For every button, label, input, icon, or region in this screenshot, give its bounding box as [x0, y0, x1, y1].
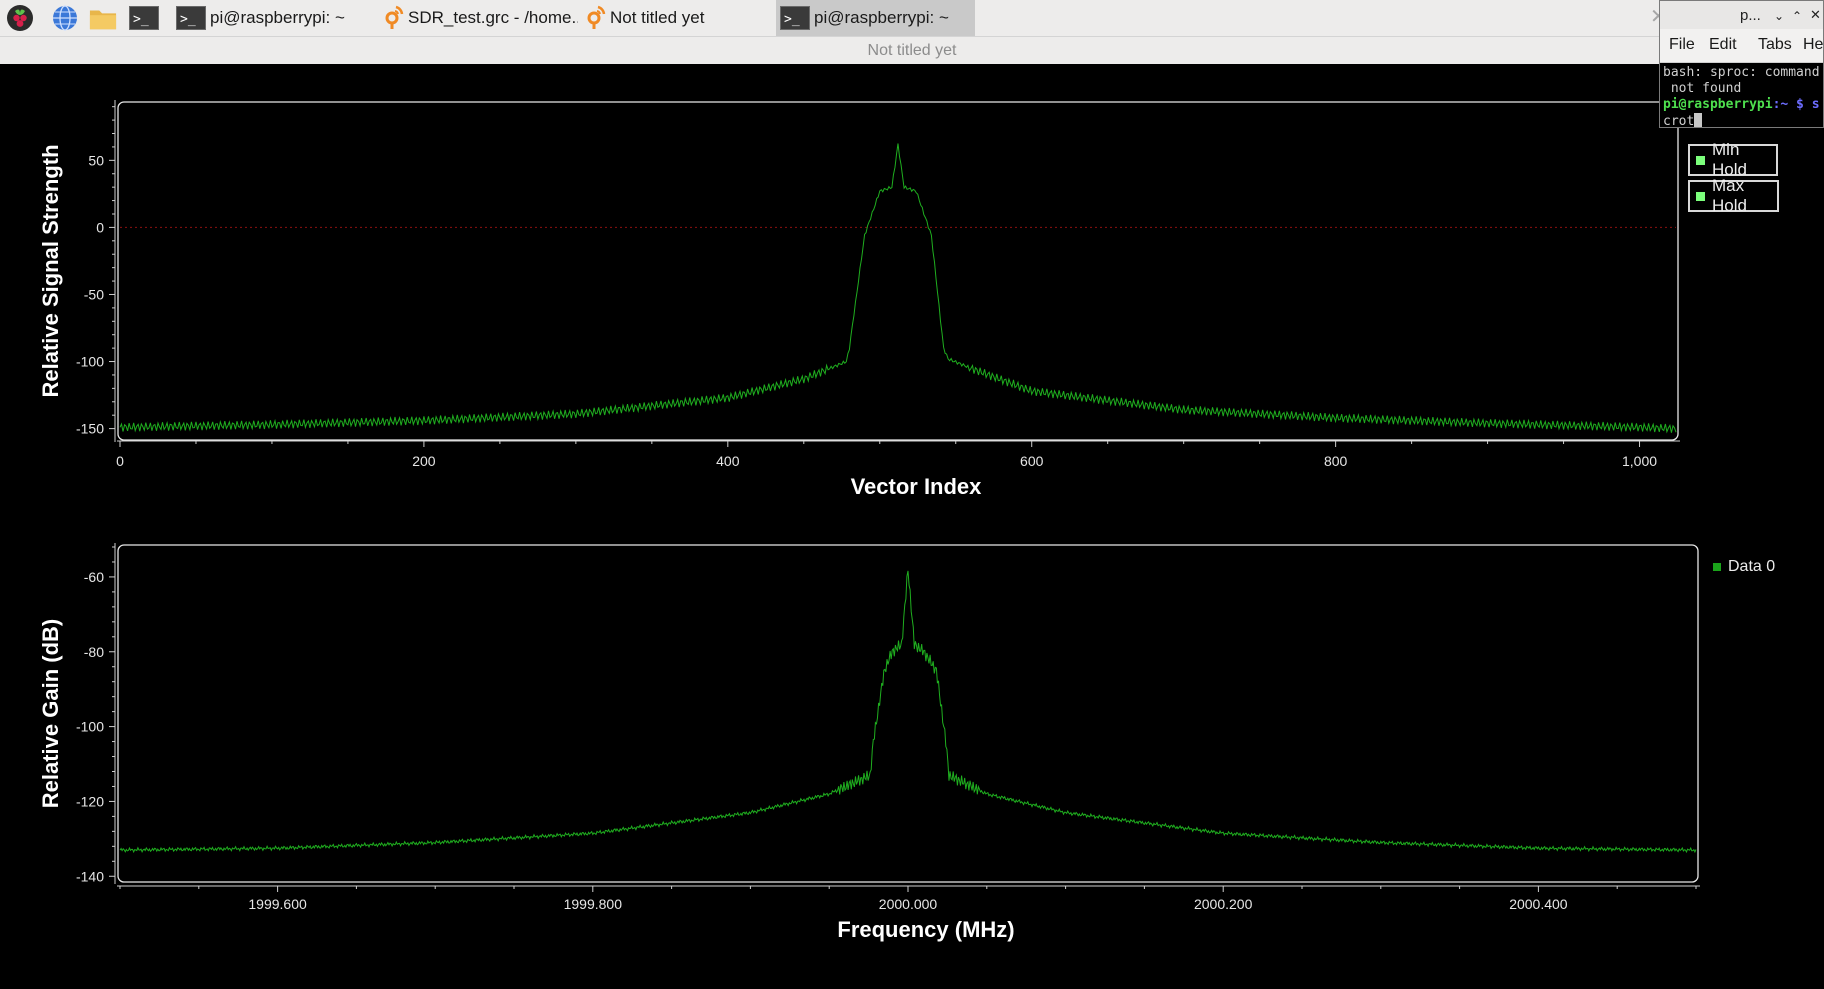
- data-0-swatch: [1713, 563, 1721, 571]
- x-tick-label: 2000.400: [1509, 896, 1568, 912]
- plot-frame: [117, 101, 1679, 441]
- window-title: Not titled yet: [867, 42, 957, 59]
- taskbar: >_ >_ pi@raspberrypi: ~ SDR_test.grc - /…: [0, 0, 1824, 37]
- typed-command: crot: [1663, 114, 1695, 128]
- x-axis-title: Vector Index: [851, 474, 983, 499]
- legend-min-hold[interactable]: Min Hold: [1688, 140, 1778, 179]
- window-title-bar: Not titled yet: [0, 37, 1824, 64]
- terminal-output[interactable]: bash: sproc: command not found pi@raspber…: [1660, 63, 1823, 128]
- x-axis-title: Frequency (MHz): [837, 917, 1014, 942]
- y-tick-label: -120: [76, 793, 104, 809]
- legend-label: Min Hold: [1712, 140, 1747, 179]
- taskbar-button-terminal-1[interactable]: >_ pi@raspberrypi: ~: [172, 0, 372, 36]
- charts-canvas: 50 0 -50 -100 -150 0 200 400 600 800 1,000 Vector I…: [38, 100, 1700, 942]
- terminal-input-line: crot: [1663, 113, 1820, 128]
- max-hold-swatch: [1696, 191, 1705, 201]
- terminal-cursor: [1694, 113, 1703, 127]
- prompt-path: :~: [1772, 97, 1789, 112]
- prompt-symbol: $ s: [1788, 97, 1820, 112]
- menu-tabs[interactable]: Tabs: [1758, 36, 1792, 54]
- taskbar-button-terminal-2[interactable]: >_ pi@raspberrypi: ~: [776, 0, 975, 36]
- legend-label: Data 0: [1728, 558, 1776, 575]
- task-label: SDR_test.grc - /home...: [408, 8, 578, 27]
- file-manager-icon[interactable]: [89, 4, 117, 32]
- bottom-chart: -60 -80 -100 -120 -140 1999.600 1999.800 2000.0…: [38, 543, 1700, 942]
- taskbar-button-sdr-test[interactable]: SDR_test.grc - /home...: [378, 0, 578, 36]
- task-label: Not titled yet: [610, 8, 705, 27]
- gnuradio-icon: [584, 3, 606, 34]
- terminal-icon: >_: [176, 6, 206, 30]
- close-icon[interactable]: ✕: [1810, 7, 1821, 23]
- terminal-window[interactable]: p... ⌄ ⌃ ✕ File Edit Tabs Hel bash: spro…: [1659, 0, 1824, 128]
- legend-data-0[interactable]: Data 0: [1713, 558, 1775, 576]
- terminal-menubar: File Edit Tabs Hel: [1660, 29, 1823, 63]
- task-label: pi@raspberrypi: ~: [814, 8, 949, 27]
- terminal-titlebar: p... ⌄ ⌃ ✕: [1660, 1, 1823, 29]
- x-tick-label: 1999.600: [248, 896, 307, 912]
- raspberry-menu-icon[interactable]: [6, 4, 34, 32]
- x-tick-label: 800: [1324, 453, 1348, 469]
- trace-series-0: [119, 570, 1697, 854]
- x-tick-label: 2000.000: [879, 896, 938, 912]
- maximize-icon[interactable]: ⌃: [1792, 9, 1802, 23]
- minimize-icon[interactable]: ⌄: [1774, 9, 1784, 23]
- plot-frame: [117, 544, 1699, 883]
- task-label: pi@raspberrypi: ~: [210, 8, 345, 27]
- terminal-launcher-icon[interactable]: >_: [128, 4, 160, 32]
- y-tick-label: -100: [76, 719, 104, 735]
- menu-help[interactable]: Hel: [1803, 36, 1823, 54]
- y-tick-label: -100: [76, 354, 104, 370]
- taskbar-button-not-titled[interactable]: Not titled yet: [580, 0, 770, 36]
- terminal-title: p...: [1740, 7, 1761, 24]
- prompt-user: pi@raspberrypi: [1663, 97, 1773, 112]
- x-tick-label: 400: [716, 453, 740, 469]
- x-tick-label: 600: [1020, 453, 1044, 469]
- y-axis-title: Relative Gain (dB): [38, 619, 63, 808]
- y-tick-label: -140: [76, 868, 104, 884]
- x-tick-label: 200: [412, 453, 436, 469]
- y-tick-label: -50: [84, 286, 104, 302]
- y-tick-label: 50: [88, 152, 104, 168]
- top-chart: 50 0 -50 -100 -150 0 200 400 600 800 1,000 Vector I…: [38, 100, 1680, 499]
- trace-series-0: [119, 143, 1677, 434]
- gnuradio-icon: [382, 3, 404, 34]
- legend-max-hold[interactable]: Max Hold: [1688, 176, 1779, 215]
- x-tick-label: 1,000: [1622, 453, 1657, 469]
- legend-label: Max Hold: [1712, 176, 1747, 215]
- menu-file[interactable]: File: [1669, 36, 1695, 54]
- web-browser-icon[interactable]: [51, 4, 79, 32]
- y-tick-label: 0: [96, 219, 104, 235]
- terminal-line: bash: sproc: command: [1663, 65, 1820, 80]
- min-hold-swatch: [1696, 155, 1705, 165]
- y-tick-label: -80: [84, 644, 104, 660]
- menu-edit[interactable]: Edit: [1709, 36, 1737, 54]
- terminal-icon: >_: [780, 6, 810, 30]
- x-tick-label: 0: [116, 453, 124, 469]
- y-tick-label: -60: [84, 569, 104, 585]
- x-tick-label: 2000.200: [1194, 896, 1253, 912]
- plot-area: 50 0 -50 -100 -150 0 200 400 600 800 1,000 Vector I…: [0, 64, 1824, 984]
- terminal-line: not found: [1663, 81, 1742, 96]
- x-tick-label: 1999.800: [564, 896, 623, 912]
- terminal-prompt-line: pi@raspberrypi:~ $ s: [1663, 97, 1820, 113]
- y-tick-label: -150: [76, 421, 104, 437]
- y-axis-title: Relative Signal Strength: [38, 144, 63, 397]
